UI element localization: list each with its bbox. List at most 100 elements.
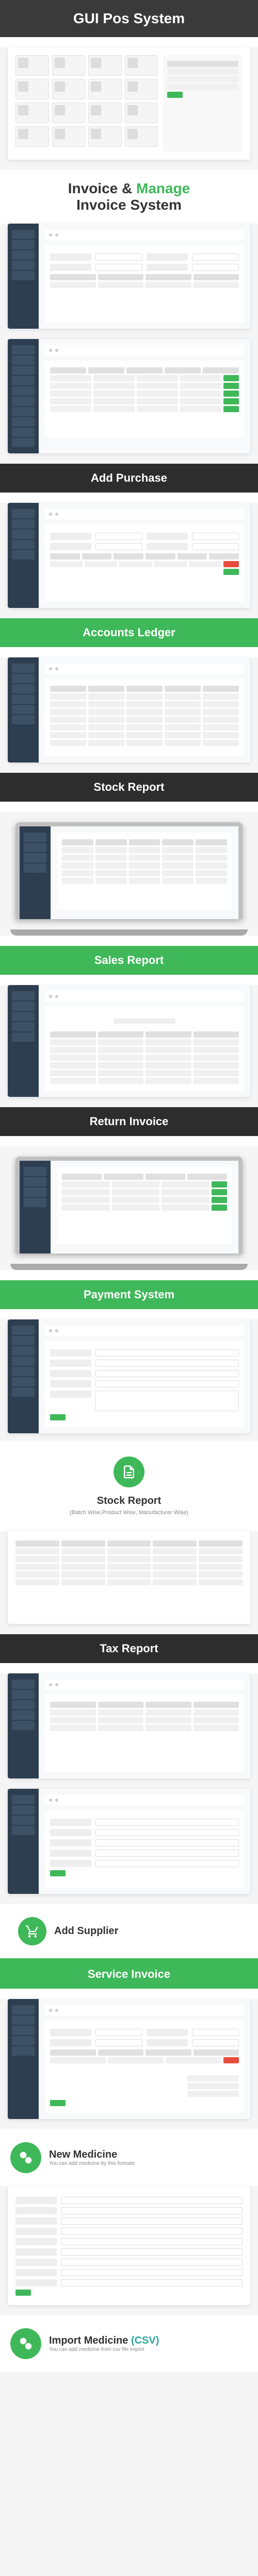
laptop-frame — [15, 822, 243, 919]
title: Sales Report — [94, 954, 164, 967]
sidebar — [8, 1789, 39, 1894]
sidebar-item[interactable] — [24, 1198, 46, 1207]
sidebar-item[interactable] — [12, 530, 35, 539]
sidebar-item[interactable] — [24, 1167, 46, 1176]
sidebar-item[interactable] — [12, 1032, 35, 1042]
sidebar-item[interactable] — [12, 397, 35, 406]
title: GUI Pos System — [5, 10, 253, 27]
sidebar-item[interactable] — [24, 853, 46, 862]
sidebar-item[interactable] — [12, 1377, 35, 1386]
sidebar-item[interactable] — [12, 509, 35, 518]
title: Tax Report — [100, 1642, 158, 1655]
sidebar-item[interactable] — [12, 674, 35, 683]
feature-subtitle: (Batch Wise,Product Wise, Manufacturer W… — [10, 1510, 248, 1516]
sidebar-item[interactable] — [12, 1387, 35, 1397]
sidebar-item[interactable] — [12, 261, 35, 270]
sidebar-item[interactable] — [12, 1795, 35, 1804]
sidebar — [8, 1319, 39, 1433]
sidebar-item[interactable] — [12, 2015, 35, 2025]
sidebar-item[interactable] — [12, 386, 35, 396]
sidebar-item[interactable] — [12, 407, 35, 416]
sidebar-item[interactable] — [12, 2026, 35, 2035]
sidebar-item[interactable] — [12, 271, 35, 280]
sidebar-item[interactable] — [12, 376, 35, 385]
title: Invoice & Manage Invoice System — [5, 180, 253, 213]
sidebar-item[interactable] — [12, 1700, 35, 1709]
title: Return Invoice — [90, 1115, 169, 1128]
title: Stock Report — [94, 781, 165, 793]
sidebar-item[interactable] — [24, 833, 46, 842]
sidebar-item[interactable] — [12, 694, 35, 704]
sidebar-item[interactable] — [12, 1326, 35, 1335]
topbar — [45, 991, 244, 1002]
sidebar-item[interactable] — [12, 684, 35, 693]
sidebar-item[interactable] — [12, 1816, 35, 1825]
feature-import-medicine: Import Medicine (CSV) You can add medici… — [0, 2315, 258, 2372]
sidebar-item[interactable] — [12, 705, 35, 714]
sidebar-item[interactable] — [12, 1805, 35, 1815]
section-header-add-purchase: Add Purchase — [0, 464, 258, 493]
document-icon — [114, 1456, 144, 1487]
sidebar-item[interactable] — [24, 863, 46, 873]
sidebar-item[interactable] — [12, 2005, 35, 2014]
supplier-screenshot — [8, 1789, 250, 1894]
sidebar — [8, 224, 39, 329]
sidebar-item[interactable] — [12, 438, 35, 447]
sidebar-item[interactable] — [12, 2036, 35, 2045]
sidebar-item[interactable] — [12, 664, 35, 673]
ledger-screenshot — [8, 657, 250, 762]
sidebar-item[interactable] — [24, 843, 46, 852]
feature-title: Add Supplier — [54, 1925, 118, 1937]
sidebar-item[interactable] — [12, 1710, 35, 1720]
tax-screenshot — [8, 1673, 250, 1778]
sidebar-item[interactable] — [12, 1690, 35, 1699]
sidebar-item[interactable] — [12, 345, 35, 354]
topbar — [45, 1326, 244, 1336]
topbar — [45, 230, 244, 240]
invoice-screenshot-1 — [8, 224, 250, 329]
sidebar-item[interactable] — [24, 1177, 46, 1187]
sidebar — [8, 503, 39, 608]
sidebar-item[interactable] — [12, 991, 35, 1001]
sidebar-item[interactable] — [12, 250, 35, 260]
section-header-payment-system: Payment System — [0, 1280, 258, 1309]
sidebar-item[interactable] — [12, 428, 35, 437]
sidebar-item[interactable] — [12, 1022, 35, 1031]
section-header-gui-pos: GUI Pos System — [0, 0, 258, 37]
section-header-invoice: Invoice & Manage Invoice System — [0, 170, 258, 224]
sidebar-item[interactable] — [12, 550, 35, 560]
sidebar-item[interactable] — [12, 519, 35, 529]
invoice-screenshot-2 — [8, 339, 250, 453]
sidebar-item[interactable] — [12, 1721, 35, 1730]
sidebar-item[interactable] — [12, 1357, 35, 1366]
sidebar-item[interactable] — [24, 1188, 46, 1197]
stock-feature-screenshot — [8, 1531, 250, 1624]
feature-title: Import Medicine (CSV) — [49, 2335, 159, 2347]
section-header-sales-report: Sales Report — [0, 946, 258, 975]
sidebar-item[interactable] — [12, 366, 35, 375]
sidebar-item[interactable] — [12, 540, 35, 549]
topbar — [45, 664, 244, 674]
sidebar-item[interactable] — [12, 1346, 35, 1355]
sidebar-item[interactable] — [12, 715, 35, 724]
feature-subtitle: You can add medicine by this formate — [49, 2161, 135, 2166]
sidebar-item[interactable] — [12, 2046, 35, 2056]
sidebar-item[interactable] — [12, 1826, 35, 1835]
sidebar-item[interactable] — [12, 1012, 35, 1021]
sidebar — [8, 985, 39, 1097]
sidebar-item[interactable] — [12, 1680, 35, 1689]
sidebar-item[interactable] — [12, 355, 35, 365]
sidebar-item[interactable] — [12, 1336, 35, 1345]
section-header-accounts-ledger: Accounts Ledger — [0, 618, 258, 647]
sidebar-item[interactable] — [12, 1002, 35, 1011]
sidebar-item[interactable] — [12, 417, 35, 427]
section-header-stock-report: Stock Report — [0, 773, 258, 802]
topbar — [45, 345, 244, 355]
title: Service Invoice — [88, 1968, 170, 1980]
sidebar-item[interactable] — [12, 1367, 35, 1376]
section-header-service-invoice: Service Invoice — [0, 1960, 258, 1989]
sidebar — [8, 339, 39, 453]
laptop-frame — [15, 1157, 243, 1253]
sidebar-item[interactable] — [12, 240, 35, 249]
sidebar-item[interactable] — [12, 230, 35, 239]
